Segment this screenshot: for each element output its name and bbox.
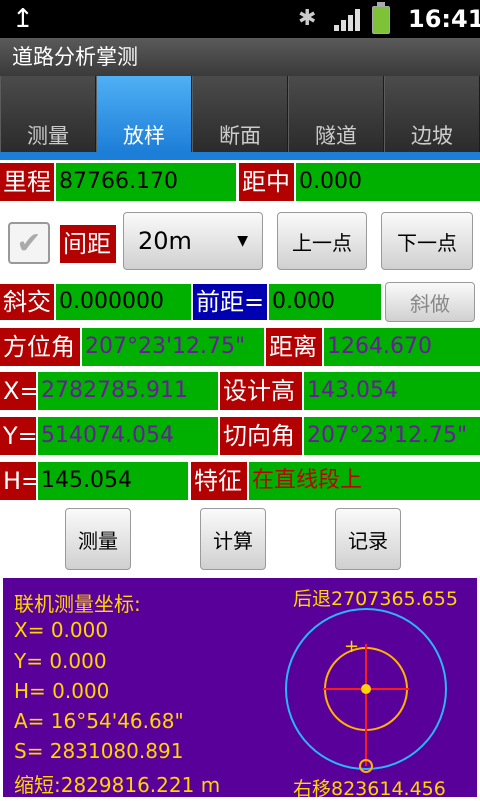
calculate-button[interactable]: 计算 [200,508,266,570]
tab-indicator [0,152,480,160]
tangent-angle-label: 切向角 [220,417,302,455]
online-x: X= 0.000 [14,618,109,642]
distance-label: 距离 [266,328,322,366]
prev-point-button[interactable]: 上一点 [277,212,367,270]
online-y: Y= 0.000 [14,649,107,673]
status-time: 16:41 [408,5,480,33]
h-field[interactable]: 145.054 [38,462,188,500]
tab-section[interactable]: 断面 [192,76,288,152]
y-value: 514074.054 [38,417,218,455]
skew-label: 斜交 [0,284,54,320]
feature-label: 特征 [191,462,247,500]
status-bar: ↥ ✱ 16:41 [0,0,480,38]
skew-field[interactable]: 0.000000 [56,284,191,320]
front-distance-field[interactable]: 0.000 [269,284,381,320]
online-a: A= 16°54'46.68" [14,709,184,733]
dropdown-icon: ▼ [237,233,248,249]
tab-slope[interactable]: 边坡 [384,76,480,152]
center-point [361,684,371,694]
next-point-button[interactable]: 下一点 [381,212,473,270]
distance-value: 1264.670 [324,328,480,366]
tab-measure[interactable]: 测量 [0,76,96,152]
x-label: X= [0,372,36,410]
skew-button[interactable]: 斜做 [385,282,475,322]
center-distance-label: 距中 [239,163,294,201]
tab-tunnel[interactable]: 隧道 [288,76,384,152]
plus-marker-icon: + [344,636,359,657]
online-title: 联机测量坐标: [14,592,141,616]
h-label: H= [0,462,36,500]
mileage-label: 里程 [0,163,54,201]
design-height-value: 143.054 [304,372,480,410]
upload-icon: ↥ [12,4,34,34]
signal-icon [334,9,360,31]
tab-stakeout[interactable]: 放样 [96,76,192,152]
battery-icon [372,2,390,34]
center-distance-field[interactable]: 0.000 [296,163,480,201]
azimuth-value: 207°23'12.75" [82,328,264,366]
interval-checkbox[interactable]: ✔ [8,222,50,264]
check-icon: ✔ [16,225,42,261]
interval-select[interactable]: 20m ▼ [123,212,263,270]
tab-bar: 测量 放样 断面 隧道 边坡 [0,76,480,152]
right-offset: 右移823614.456 [293,778,446,800]
app-title: 道路分析掌测 [0,38,480,76]
target-radar: + [285,608,447,773]
tangent-angle-value: 207°23'12.75" [304,417,480,455]
y-label: Y= [0,417,36,455]
interval-select-value: 20m [138,227,192,255]
interval-label: 间距 [60,225,116,263]
x-value: 2782785.911 [38,372,218,410]
online-short: 缩短:2829816.221 m [14,773,221,797]
bluetooth-icon: ✱ [298,6,317,31]
azimuth-label: 方位角 [0,328,80,366]
online-coordinates-panel: 联机测量坐标: X= 0.000 Y= 0.000 H= 0.000 A= 16… [3,578,477,800]
measure-button[interactable]: 测量 [65,508,131,570]
record-button[interactable]: 记录 [335,508,401,570]
online-s: S= 2831080.891 [14,739,184,763]
mileage-field[interactable]: 87766.170 [56,163,236,201]
online-h: H= 0.000 [14,679,110,703]
feature-value: 在直线段上 [249,462,480,500]
front-distance-label: 前距= [193,284,267,320]
design-height-label: 设计高 [220,372,302,410]
